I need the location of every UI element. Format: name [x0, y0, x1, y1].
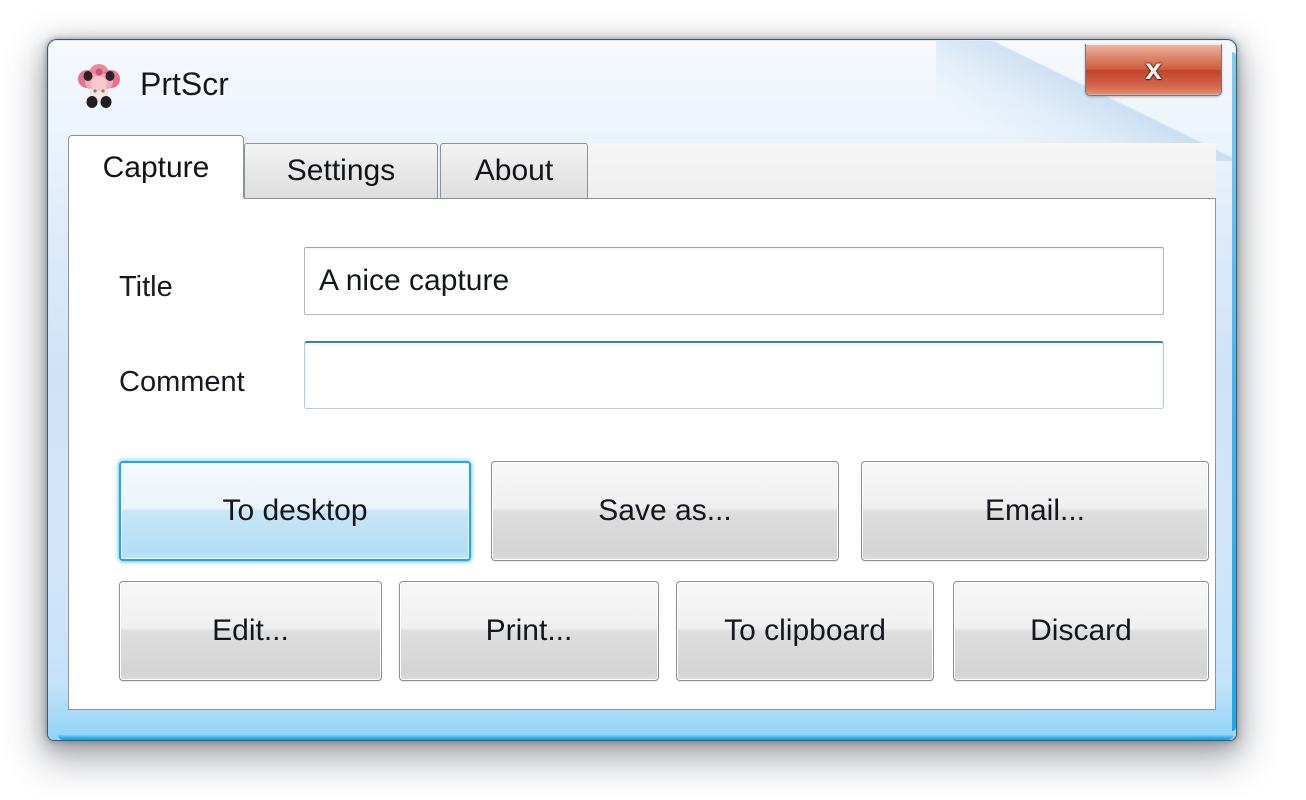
edit-button-label: Edit... [212, 614, 289, 647]
prtscr-window: PrtScr x Capture Settings About Title Co… [48, 40, 1236, 740]
email-button[interactable]: Email... [861, 461, 1209, 561]
title-bar[interactable]: PrtScr x [48, 40, 1236, 134]
discard-button-label: Discard [1030, 614, 1132, 647]
desktop-background: PrtScr x Capture Settings About Title Co… [0, 0, 1306, 800]
title-field-label: Title [119, 271, 173, 303]
tab-about-label: About [474, 154, 554, 187]
comment-input[interactable] [304, 341, 1164, 409]
close-icon: x [1145, 52, 1162, 86]
tab-strip-filler [588, 143, 1216, 199]
capture-tab-panel: Title Comment To desktop Save as... Emai… [68, 198, 1216, 710]
save-as-button-label: Save as... [598, 494, 732, 527]
tab-settings-label: Settings [286, 154, 396, 187]
print-button[interactable]: Print... [399, 581, 659, 681]
window-title: PrtScr [140, 66, 229, 102]
tab-capture-label: Capture [102, 150, 210, 184]
to-clipboard-button[interactable]: To clipboard [676, 581, 934, 681]
tab-settings[interactable]: Settings [244, 143, 438, 199]
tab-about[interactable]: About [440, 143, 588, 199]
title-input[interactable] [304, 247, 1164, 315]
discard-button[interactable]: Discard [953, 581, 1209, 681]
prtscr-app-icon [74, 62, 124, 112]
to-clipboard-button-label: To clipboard [724, 614, 886, 647]
window-right-accent-rim [1232, 52, 1236, 731]
edit-button[interactable]: Edit... [119, 581, 382, 681]
save-as-button[interactable]: Save as... [491, 461, 839, 561]
email-button-label: Email... [984, 494, 1086, 527]
to-desktop-button-label: To desktop [222, 494, 368, 527]
comment-field-label: Comment [119, 366, 245, 398]
to-desktop-button[interactable]: To desktop [119, 461, 471, 561]
active-tab-seam [70, 198, 244, 200]
window-bottom-accent-rim [58, 735, 1233, 740]
print-button-label: Print... [485, 614, 573, 647]
tab-strip: Capture Settings About [68, 135, 1216, 199]
tab-capture[interactable]: Capture [68, 135, 244, 199]
close-button[interactable]: x [1085, 44, 1222, 96]
